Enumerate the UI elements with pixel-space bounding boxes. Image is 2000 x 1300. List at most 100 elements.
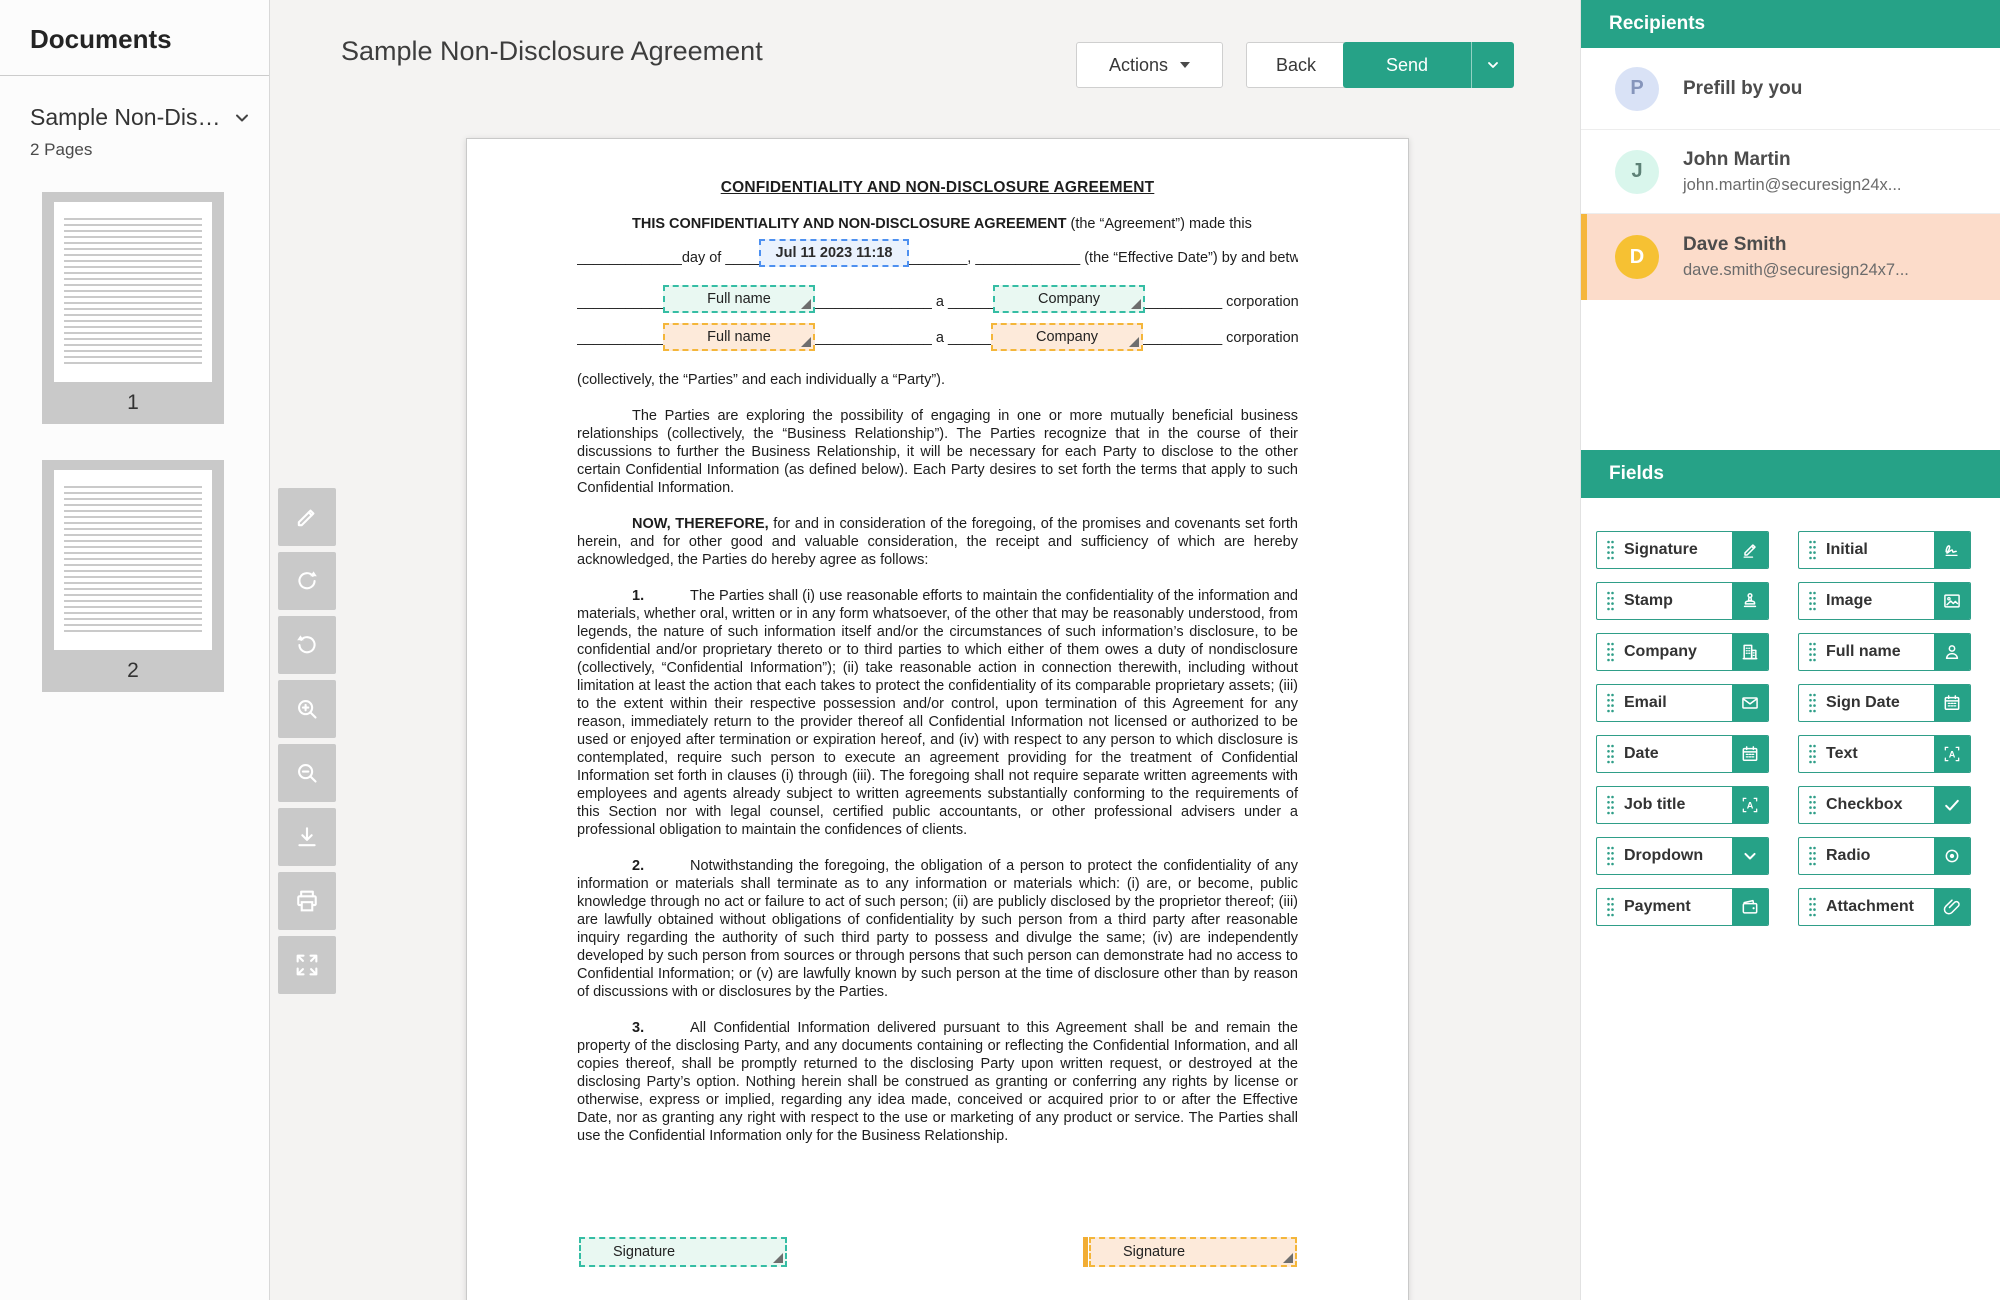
field-chip-attachment[interactable]: Attachment xyxy=(1798,888,1971,926)
field-chip-dropdown[interactable]: Dropdown xyxy=(1596,837,1769,875)
field-chip-signature[interactable]: Signature xyxy=(1596,531,1769,569)
image-icon xyxy=(1934,583,1970,619)
page-title: Sample Non-Disclosure Agreement xyxy=(341,36,763,67)
recipient-john-martin[interactable]: J John Martin john.martin@securesign24x.… xyxy=(1581,130,2000,214)
prefill-date-field[interactable]: Jul 11 2023 11:18 xyxy=(759,239,909,267)
drag-handle-icon[interactable] xyxy=(1799,538,1826,562)
drag-handle-icon[interactable] xyxy=(1799,691,1826,715)
drag-handle-icon[interactable] xyxy=(1597,640,1624,664)
full-name-field-recipient2[interactable]: Full name xyxy=(663,323,815,351)
company-field-recipient1[interactable]: Company xyxy=(993,285,1145,313)
field-chip-job-title[interactable]: Job title A xyxy=(1596,786,1769,824)
thumbnail-page-number: 1 xyxy=(54,382,212,424)
field-label: Company xyxy=(1036,329,1098,345)
page-thumbnail-2[interactable]: 2 xyxy=(42,460,224,692)
recipient-dave-smith-selected[interactable]: D Dave Smith dave.smith@securesign24x7..… xyxy=(1581,214,2000,300)
recipient-name: Prefill by you xyxy=(1683,78,1802,100)
send-options-button[interactable] xyxy=(1472,42,1514,88)
chevron-down-icon xyxy=(1485,57,1501,73)
svg-text:A: A xyxy=(1747,800,1754,810)
field-label: Company xyxy=(1038,291,1100,307)
field-chip-initial[interactable]: Initial xyxy=(1798,531,1971,569)
drag-handle-icon[interactable] xyxy=(1597,742,1624,766)
document-intro-line: THIS CONFIDENTIALITY AND NON-DISCLOSURE … xyxy=(577,215,1298,233)
fullscreen-icon xyxy=(293,951,321,979)
field-chip-label: Initial xyxy=(1826,541,1934,559)
resize-handle-icon[interactable] xyxy=(1283,1253,1293,1263)
drag-handle-icon[interactable] xyxy=(1597,793,1624,817)
avatar: P xyxy=(1615,67,1659,111)
document-name-dropdown[interactable]: Sample Non-Dis… xyxy=(30,104,269,131)
zoom-in-icon xyxy=(293,695,321,723)
drag-handle-icon[interactable] xyxy=(1799,589,1826,613)
edit-pencil-button[interactable] xyxy=(278,488,336,546)
resize-handle-icon[interactable] xyxy=(773,1253,783,1263)
download-button[interactable] xyxy=(278,808,336,866)
calendar-icon xyxy=(1934,685,1970,721)
field-chip-radio[interactable]: Radio xyxy=(1798,837,1971,875)
recipient-name: John Martin xyxy=(1683,149,1902,171)
field-chip-label: Sign Date xyxy=(1826,694,1934,712)
field-chip-full-name[interactable]: Full name xyxy=(1798,633,1971,671)
drag-handle-icon[interactable] xyxy=(1597,895,1624,919)
rotate-clockwise-button[interactable] xyxy=(278,552,336,610)
drag-handle-icon[interactable] xyxy=(1597,844,1624,868)
signature-pen-icon xyxy=(1732,532,1768,568)
field-chip-payment[interactable]: Payment xyxy=(1596,888,1769,926)
text-a-icon: A xyxy=(1934,736,1970,772)
drag-handle-icon[interactable] xyxy=(1799,895,1826,919)
fullscreen-button[interactable] xyxy=(278,936,336,994)
drag-handle-icon[interactable] xyxy=(1799,742,1826,766)
print-button[interactable] xyxy=(278,872,336,930)
field-chip-image[interactable]: Image xyxy=(1798,582,1971,620)
zoom-in-button[interactable] xyxy=(278,680,336,738)
resize-handle-icon[interactable] xyxy=(801,299,811,309)
rotate-clockwise-icon xyxy=(293,567,321,595)
field-chip-company[interactable]: Company xyxy=(1596,633,1769,671)
field-chip-email[interactable]: Email xyxy=(1596,684,1769,722)
full-name-field-recipient1[interactable]: Full name xyxy=(663,285,815,313)
back-button-label: Back xyxy=(1276,55,1316,76)
field-chip-label: Text xyxy=(1826,745,1934,763)
resize-handle-icon[interactable] xyxy=(1129,337,1139,347)
page-thumbnail-1[interactable]: 1 xyxy=(42,192,224,424)
field-chip-checkbox[interactable]: Checkbox xyxy=(1798,786,1971,824)
recipient-prefill[interactable]: P Prefill by you xyxy=(1581,48,2000,130)
drag-handle-icon[interactable] xyxy=(1597,589,1624,613)
field-chip-label: Attachment xyxy=(1826,898,1934,916)
document-paragraph: NOW, THEREFORE, for and in consideration… xyxy=(577,515,1298,569)
wallet-icon xyxy=(1732,889,1768,925)
signature-field-recipient2[interactable]: Signature xyxy=(1089,1237,1297,1267)
field-chip-date[interactable]: Date xyxy=(1596,735,1769,773)
company-field-recipient2[interactable]: Company xyxy=(991,323,1143,351)
document-clause-1: 1.The Parties shall (i) use reasonable e… xyxy=(577,587,1298,839)
drag-handle-icon[interactable] xyxy=(1597,691,1624,715)
drag-handle-icon[interactable] xyxy=(1597,538,1624,562)
resize-handle-icon[interactable] xyxy=(801,337,811,347)
field-chip-sign-date[interactable]: Sign Date xyxy=(1798,684,1971,722)
paperclip-icon xyxy=(1934,889,1970,925)
zoom-out-button[interactable] xyxy=(278,744,336,802)
field-chip-text[interactable]: Text A xyxy=(1798,735,1971,773)
undo-rotate-button[interactable] xyxy=(278,616,336,674)
print-icon xyxy=(293,887,321,915)
drag-handle-icon[interactable] xyxy=(1799,844,1826,868)
send-button[interactable]: Send xyxy=(1343,42,1472,88)
avatar: J xyxy=(1615,150,1659,194)
back-button[interactable]: Back xyxy=(1246,42,1346,88)
actions-button[interactable]: Actions xyxy=(1076,42,1223,88)
field-label: Full name xyxy=(707,291,771,307)
recipient-email: dave.smith@securesign24x7... xyxy=(1683,261,1909,280)
field-chip-label: Radio xyxy=(1826,847,1934,865)
signature-field-recipient1[interactable]: Signature xyxy=(579,1237,787,1267)
field-chip-label: Stamp xyxy=(1624,592,1732,610)
actions-button-label: Actions xyxy=(1109,55,1168,76)
drag-handle-icon[interactable] xyxy=(1799,640,1826,664)
documents-sidebar: Documents Sample Non-Dis… 2 Pages 1 2 xyxy=(0,0,270,1300)
recipient-email: john.martin@securesign24x... xyxy=(1683,176,1902,195)
field-chip-stamp[interactable]: Stamp xyxy=(1596,582,1769,620)
resize-handle-icon[interactable] xyxy=(1131,299,1141,309)
send-split-button: Send xyxy=(1343,42,1514,88)
prefill-date-value: Jul 11 2023 11:18 xyxy=(776,245,893,261)
drag-handle-icon[interactable] xyxy=(1799,793,1826,817)
